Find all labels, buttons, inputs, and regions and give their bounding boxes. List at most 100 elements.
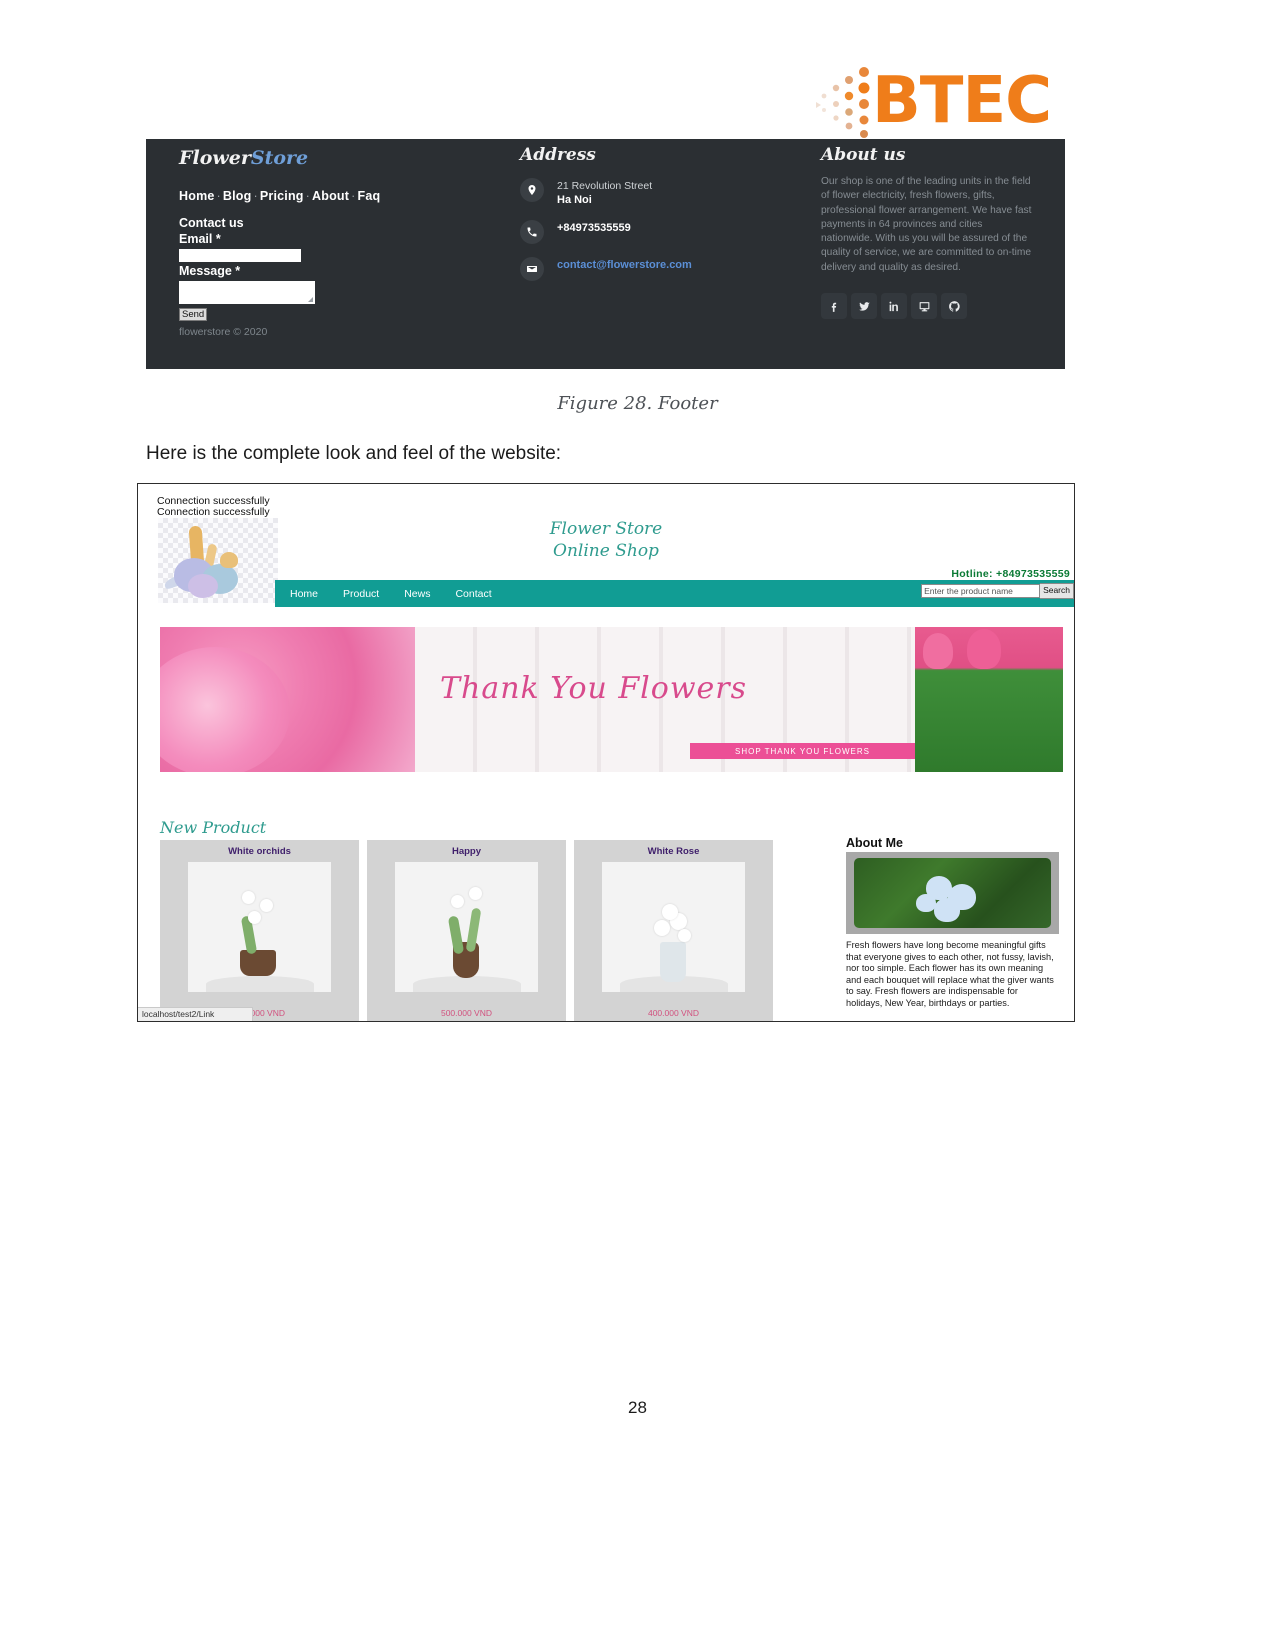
footer-column-about: About us Our shop is one of the leading … <box>821 145 1036 320</box>
product-card[interactable]: White Rose 400.000 VND <box>574 840 773 1021</box>
footer-nav-sep: · <box>305 189 311 203</box>
product-flower-icon <box>451 895 464 908</box>
footer-nav-faq[interactable]: Faq <box>358 189 381 203</box>
footer-nav-about[interactable]: About <box>312 189 349 203</box>
btec-logo-text: BTEC <box>872 64 1052 138</box>
product-card[interactable]: White orchids 300.000 VND <box>160 840 359 1021</box>
footer-about-heading: About us <box>821 145 906 165</box>
hero-tulips-image <box>915 627 1063 772</box>
product-image-base <box>413 976 521 992</box>
hotline: Hotline: +84973535559 <box>951 568 1070 580</box>
facebook-icon[interactable] <box>821 293 847 320</box>
footer-email-label: Email * <box>179 232 221 246</box>
footer-address-row: 21 Revolution Street Ha Noi <box>520 178 820 207</box>
product-flower-icon <box>469 887 482 900</box>
footer-nav-home[interactable]: Home <box>179 189 215 203</box>
footer-nav-sep: · <box>351 189 356 203</box>
product-leaf-icon <box>465 907 482 953</box>
location-pin-icon <box>520 178 544 202</box>
figure-footer-screenshot: FlowerStore Home · Blog · Pricing · About · Faq … <box>146 139 1065 369</box>
footer-send-button[interactable]: Send <box>179 308 208 321</box>
product-image <box>188 862 331 992</box>
site-title: Flower Store Online Shop <box>138 518 1074 562</box>
about-me-image <box>854 858 1051 928</box>
monitor-icon[interactable] <box>911 293 937 320</box>
nav-item-product[interactable]: Product <box>343 588 379 600</box>
connection-message-2: Connection successfully <box>157 506 270 518</box>
product-flower-icon <box>662 904 678 920</box>
linkedin-icon[interactable] <box>881 293 907 320</box>
body-paragraph: Here is the complete look and feel of th… <box>146 443 562 464</box>
footer-phone-text: +84973535559 <box>557 220 631 235</box>
footer-nav-pricing[interactable]: Pricing <box>260 189 304 203</box>
phone-icon <box>520 220 544 244</box>
footer-address-heading: Address <box>520 145 596 165</box>
product-pot-icon <box>240 950 276 976</box>
product-vase-icon <box>660 942 686 982</box>
footer-column-brand: FlowerStore Home · Blog · Pricing · About · Faq … <box>179 145 509 338</box>
search-input[interactable]: Enter the product name <box>921 584 1041 598</box>
footer-message-label: Message * <box>179 264 241 278</box>
product-name: White Rose <box>647 846 700 857</box>
hotline-number: +84973535559 <box>996 568 1070 580</box>
about-me-image-frame <box>846 852 1059 934</box>
footer-copyright: flowerstore © 2020 <box>179 326 268 338</box>
hotline-label: Hotline: <box>951 568 993 580</box>
product-card[interactable]: Happy 500.000 VND <box>367 840 566 1021</box>
hero-peony-image <box>160 627 415 772</box>
footer-email-text: contact@flowerstore.com <box>557 257 692 272</box>
product-flower-icon <box>242 891 255 904</box>
product-flower-icon <box>654 920 670 936</box>
product-image-base <box>206 976 314 992</box>
btec-logo: BTEC <box>812 62 1062 140</box>
footer-brand-part2: Store <box>250 147 309 169</box>
hero-cta-button[interactable]: SHOP THANK YOU FLOWERS <box>690 743 915 759</box>
product-name: White orchids <box>228 846 291 857</box>
footer-social-links <box>821 293 1036 320</box>
footer-address-text: 21 Revolution Street Ha Noi <box>557 178 652 207</box>
nav-item-home[interactable]: Home <box>290 588 318 600</box>
footer-message-textarea[interactable] <box>179 281 315 304</box>
hero-banner: Thank You Flowers SHOP THANK YOU FLOWERS <box>160 627 1063 772</box>
hero-headline: Thank You Flowers <box>440 671 748 706</box>
new-product-heading: New Product <box>160 818 267 837</box>
about-me-heading: About Me <box>846 836 903 850</box>
nav-item-contact[interactable]: Contact <box>455 588 491 600</box>
footer-address-street: 21 Revolution Street <box>557 180 653 192</box>
figure-caption: Figure 28. Footer <box>557 393 718 414</box>
footer-phone-number: +84973535559 <box>557 222 631 234</box>
footer-email-row: contact@flowerstore.com <box>520 257 820 281</box>
footer-email-link[interactable]: contact@flowerstore.com <box>557 259 692 271</box>
footer-about-text: Our shop is one of the leading units in … <box>821 176 1032 273</box>
website-screenshot: Connection successfully Connection succe… <box>137 483 1075 1022</box>
product-flower-icon <box>260 899 273 912</box>
product-card-list: White orchids 300.000 VND Happy 500.000 … <box>160 840 800 1021</box>
product-name: Happy <box>451 846 482 857</box>
product-flower-icon <box>248 911 261 924</box>
browser-status-bar: localhost/test2/Link <box>138 1007 253 1021</box>
footer-brand-part1: Flower <box>179 147 251 169</box>
footer-email-input[interactable] <box>179 249 301 262</box>
search-area: Enter the product name Search <box>921 583 1074 599</box>
footer-nav-sep: · <box>253 189 258 203</box>
search-button[interactable]: Search <box>1040 583 1074 599</box>
site-title-line1: Flower Store <box>549 519 663 539</box>
envelope-icon <box>520 257 544 281</box>
product-price: 500.000 VND <box>440 1008 493 1018</box>
product-image <box>395 862 538 992</box>
btec-logo-dots <box>816 67 870 138</box>
footer-nav-sep: · <box>216 189 221 203</box>
page-number: 28 <box>628 1398 647 1417</box>
footer-nav-blog[interactable]: Blog <box>223 189 252 203</box>
footer-column-address: Address 21 Revolution Street Ha Noi +849… <box>520 145 820 281</box>
logo-flower-icon <box>188 574 218 598</box>
site-title-line2: Online Shop <box>553 541 659 561</box>
footer-address-city: Ha Noi <box>557 194 592 206</box>
twitter-icon[interactable] <box>851 293 877 320</box>
product-price: 400.000 VND <box>647 1008 700 1018</box>
about-flower-icon <box>916 894 936 912</box>
footer-nav: Home · Blog · Pricing · About · Faq <box>179 189 509 203</box>
nav-item-news[interactable]: News <box>404 588 430 600</box>
about-me-text: Fresh flowers have long become meaningfu… <box>846 940 1054 1008</box>
github-icon[interactable] <box>941 293 967 320</box>
